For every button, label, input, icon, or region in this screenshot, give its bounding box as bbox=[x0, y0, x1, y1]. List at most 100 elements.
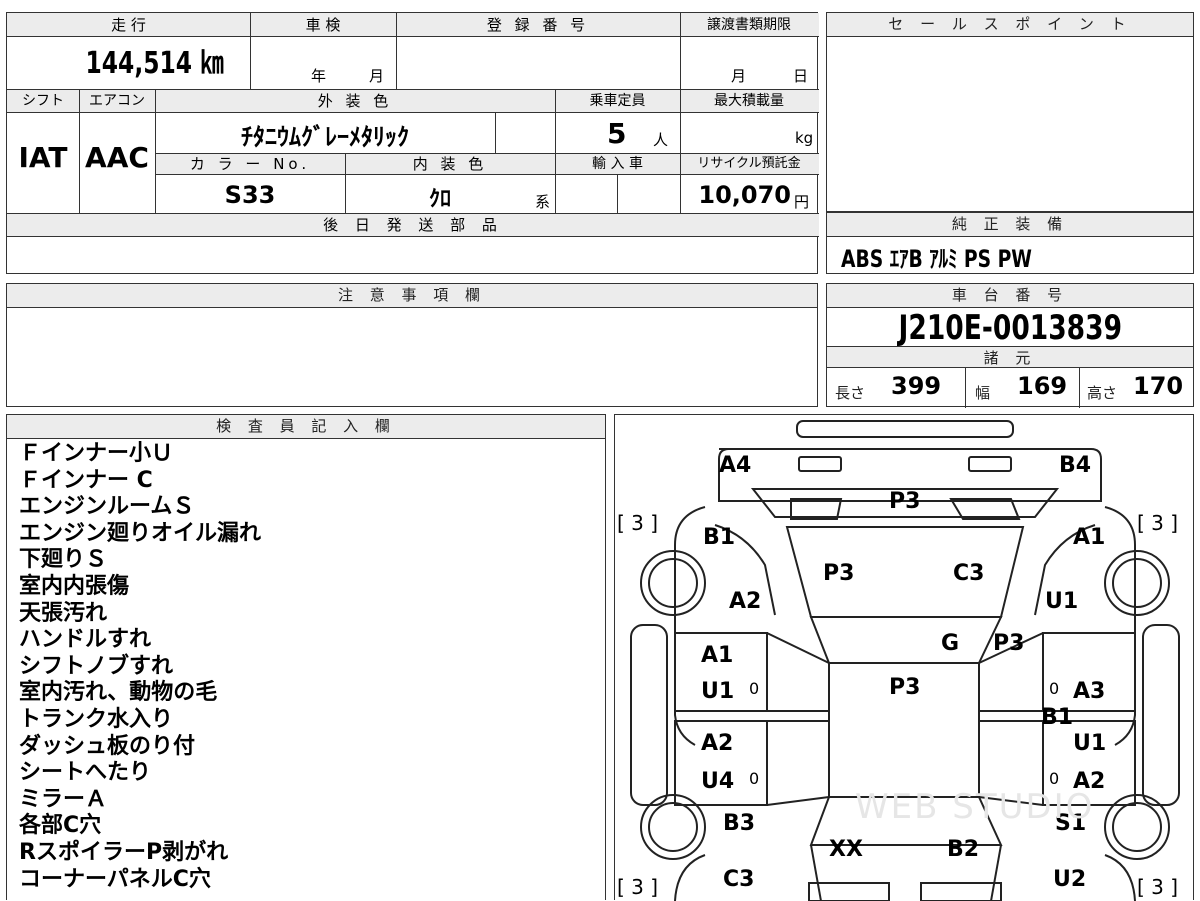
inspector-note-line: Ｆインナー C bbox=[19, 467, 153, 493]
inspector-note-line: 各部C穴 bbox=[19, 813, 102, 839]
chassis-box: 車 台 番 号 J210E-0013839 諸 元 長さ 399 幅 169 高… bbox=[826, 283, 1194, 408]
label-p3-roof: P3 bbox=[889, 675, 921, 700]
transfer-day: 日 bbox=[793, 67, 809, 85]
label-b3: B3 bbox=[723, 811, 756, 836]
interior-unit: 系 bbox=[535, 193, 551, 211]
spec-label: 諸 元 bbox=[827, 346, 1193, 368]
width-value: 169 bbox=[1017, 372, 1068, 400]
label-a4: A4 bbox=[719, 453, 752, 478]
label-zero-1: 0 bbox=[749, 679, 760, 698]
registration-label: 登 録 番 号 bbox=[486, 16, 590, 34]
label-zero-3: 0 bbox=[749, 769, 760, 788]
label-a1-door: A1 bbox=[701, 643, 734, 668]
equipment-text: ABS ｴｱB ｱﾙﾐ PS PW bbox=[841, 245, 1032, 273]
label-b1-left: B1 bbox=[703, 525, 736, 550]
inspector-box: 検 査 員 記 入 欄 Ｆインナー小Ｕ Ｆインナー C エンジンルームＳ エンジン廻り… bbox=[6, 414, 606, 900]
capacity-value: 5 bbox=[607, 117, 627, 150]
label-u1-door: U1 bbox=[701, 679, 735, 704]
equipment-label: 純 正 装 備 bbox=[827, 213, 1193, 237]
inspector-label: 検 査 員 記 入 欄 bbox=[7, 415, 605, 439]
capacity-unit: 人 bbox=[653, 131, 669, 149]
later-parts-label: 後 日 発 送 部 品 bbox=[323, 216, 503, 234]
interior-value: ｸﾛ bbox=[428, 187, 451, 212]
label-zero-2: 0 bbox=[1049, 679, 1060, 698]
label-a2-left: A2 bbox=[729, 589, 762, 614]
recycle-unit: 円 bbox=[794, 193, 810, 211]
label-b4: B4 bbox=[1059, 453, 1092, 478]
height-label: 高さ bbox=[1087, 384, 1118, 402]
mileage-text: 144,514 ㎞ bbox=[85, 46, 224, 81]
inspector-note-line: 室内汚れ、動物の毛 bbox=[19, 680, 218, 706]
equipment-value: ABS ｴｱB ｱﾙﾐ PS PW bbox=[841, 239, 1086, 274]
notes-label: 注 意 事 項 欄 bbox=[7, 284, 817, 308]
chassis-text: J210E-0013839 bbox=[898, 308, 1122, 348]
import-label: 輸 入 車 bbox=[592, 156, 643, 172]
label-xx: XX bbox=[829, 837, 863, 862]
inspector-note-line: シートへたり bbox=[19, 760, 152, 786]
maxload-label: 最大積載量 bbox=[714, 93, 784, 109]
label-tyre-fl: [ 3 ] bbox=[617, 511, 659, 535]
aircon-value: AAC bbox=[85, 141, 149, 174]
recycle-value: 10,070 bbox=[698, 181, 791, 209]
inspector-note-line: コーナーパネルC穴 bbox=[19, 866, 211, 892]
exterior-label: 外 装 色 bbox=[317, 92, 393, 110]
width-label: 幅 bbox=[975, 384, 991, 402]
color-no-label: カ ラ ー No. bbox=[189, 155, 311, 173]
label-c3-rear: C3 bbox=[723, 867, 755, 892]
label-u1-right: U1 bbox=[1045, 589, 1079, 614]
chassis-label: 車 台 番 号 bbox=[827, 284, 1193, 308]
label-tyre-rl: [ 3 ] bbox=[617, 875, 659, 899]
inspector-note-line: 下廻りＳ bbox=[19, 547, 108, 573]
height-value: 170 bbox=[1133, 372, 1184, 400]
label-p3-front: P3 bbox=[889, 489, 921, 514]
shift-label: シフト bbox=[22, 93, 64, 109]
mileage-value: 144,514 ㎞ bbox=[7, 41, 247, 87]
sales-point-label: セ ー ル ス ポ イ ン ト bbox=[827, 13, 1193, 37]
label-a1-right: A1 bbox=[1073, 525, 1106, 550]
interior-label: 内 装 色 bbox=[412, 155, 488, 173]
shift-value: IAT bbox=[18, 141, 68, 174]
label-u4-rdoor: U4 bbox=[701, 769, 735, 794]
inspector-note-line: 室内内張傷 bbox=[19, 574, 130, 599]
inspector-note-line: シフトノブすれ bbox=[19, 653, 174, 679]
label-tyre-rr: [ 3 ] bbox=[1137, 875, 1179, 899]
equipment-box: 純 正 装 備 ABS ｴｱB ｱﾙﾐ PS PW bbox=[826, 212, 1194, 274]
exterior-value: ﾁﾀﾆｳﾑｸﾞﾚｰﾒﾀﾘｯｸ bbox=[241, 123, 409, 151]
label-b1-door: B1 bbox=[1041, 705, 1074, 730]
inspector-note-line: Ｆインナー小Ｕ bbox=[19, 441, 174, 466]
label-p3-hood: P3 bbox=[823, 561, 855, 586]
inspector-note-line: トランク水入り bbox=[19, 707, 174, 732]
notes-box: 注 意 事 項 欄 bbox=[6, 283, 818, 407]
label-g: G bbox=[941, 631, 960, 656]
label-a3-door: A3 bbox=[1073, 679, 1106, 704]
vehicle-info-table: 走 行 車 検 登 録 番 号 譲渡書類期限 144,514 ㎞ 年 月 月 日… bbox=[6, 12, 819, 274]
recycle-label: リサイクル預託金 bbox=[697, 156, 801, 171]
inspection-year: 年 bbox=[311, 67, 327, 85]
label-b2: B2 bbox=[947, 837, 980, 862]
inspector-note-line: ミラーＡ bbox=[19, 786, 108, 812]
inspector-note-line: エンジン廻りオイル漏れ bbox=[19, 520, 262, 546]
label-p3-right: P3 bbox=[993, 631, 1025, 656]
length-value: 399 bbox=[891, 372, 942, 400]
sales-point-box: セ ー ル ス ポ イ ン ト bbox=[826, 12, 1194, 212]
label-u1-rdoor: U1 bbox=[1073, 731, 1107, 756]
watermark: WEB STUDIO bbox=[855, 787, 1095, 827]
inspector-note-line: 天張汚れ bbox=[19, 600, 108, 626]
transfer-month: 月 bbox=[731, 67, 747, 85]
car-diagram: A4 B4 P3 [ 3 ] [ 3 ] B1 A1 P3 C3 A2 U1 G… bbox=[614, 414, 1194, 901]
inspector-note-line: エンジンルームＳ bbox=[19, 494, 195, 520]
inspection-label: 車 検 bbox=[305, 16, 341, 34]
mileage-label: 走 行 bbox=[111, 16, 146, 34]
label-zero-4: 0 bbox=[1049, 769, 1060, 788]
capacity-label: 乗車定員 bbox=[589, 93, 646, 109]
label-tyre-fr: [ 3 ] bbox=[1137, 511, 1179, 535]
maxload-unit: kg bbox=[795, 129, 814, 147]
inspection-month: 月 bbox=[369, 67, 385, 85]
length-label: 長さ bbox=[835, 384, 866, 402]
transfer-label: 譲渡書類期限 bbox=[707, 17, 791, 33]
aircon-label: エアコン bbox=[89, 93, 145, 109]
color-no-value: S33 bbox=[224, 181, 276, 209]
label-c3-hood: C3 bbox=[953, 561, 985, 586]
chassis-value: J210E-0013839 bbox=[827, 306, 1193, 350]
inspector-note-line: ダッシュ板のり付 bbox=[19, 733, 196, 759]
